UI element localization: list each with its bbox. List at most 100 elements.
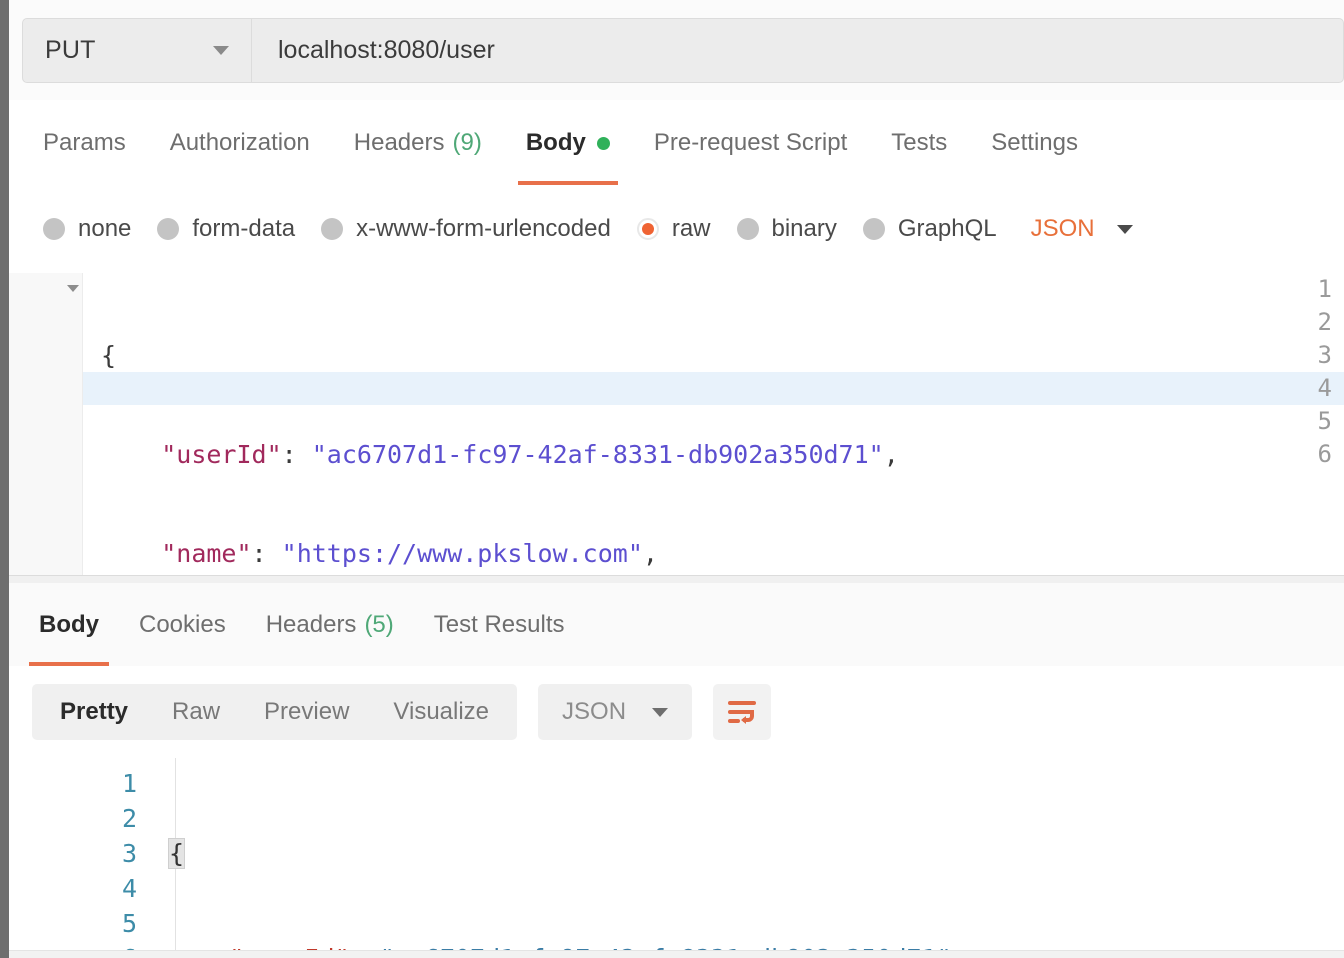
request-url-bar: PUT localhost:8080/user <box>22 18 1344 83</box>
response-format-dropdown[interactable]: JSON <box>538 684 693 740</box>
chevron-down-icon <box>1116 224 1133 234</box>
response-view-switcher: Pretty Raw Preview Visualize <box>32 684 518 740</box>
json-key: "userId" <box>161 440 282 469</box>
window-left-edge <box>0 0 9 958</box>
response-view-pretty[interactable]: Pretty <box>38 689 150 735</box>
body-type-none-label: none <box>78 215 132 242</box>
tab-headers[interactable]: Headers (9) <box>332 101 504 185</box>
response-tab-cookies-label: Cookies <box>139 611 226 638</box>
response-view-preview[interactable]: Preview <box>242 689 371 735</box>
chevron-down-icon <box>213 46 229 55</box>
body-format-dropdown[interactable]: JSON <box>1031 215 1133 243</box>
colon: : <box>281 440 312 469</box>
tab-headers-count: (9) <box>452 129 482 156</box>
response-format-label: JSON <box>562 698 627 725</box>
body-modified-dot-icon <box>596 136 610 150</box>
response-tab-test-results[interactable]: Test Results <box>414 584 585 666</box>
radio-selected-icon <box>636 218 659 240</box>
tab-pre-request-script[interactable]: Pre-request Script <box>632 101 869 185</box>
response-view-visualize[interactable]: Visualize <box>371 689 511 735</box>
body-type-raw-label: raw <box>671 215 711 242</box>
response-tab-bar: Body Cookies Headers (5) Test Results <box>9 583 1344 667</box>
line-number: 6 <box>9 941 137 950</box>
tab-tests-label: Tests <box>891 129 948 156</box>
body-type-binary-label: binary <box>771 215 837 242</box>
response-body-code: { "userId": "ac6707d1-fc97-42af-8331-db9… <box>167 766 1344 950</box>
line-number: 1 <box>121 769 137 798</box>
tab-pre-request-script-label: Pre-request Script <box>653 129 848 156</box>
open-brace: { <box>167 838 186 869</box>
tab-tests[interactable]: Tests <box>869 101 969 185</box>
request-url-row: PUT localhost:8080/user <box>9 0 1344 100</box>
response-toolbar: Pretty Raw Preview Visualize JSON <box>9 666 1344 758</box>
tab-params[interactable]: Params <box>21 101 148 185</box>
body-type-binary[interactable]: binary <box>736 215 837 243</box>
response-body-viewer[interactable]: 1 2 3 4 5 6 { "userId": "ac6707d1-fc97-4… <box>9 758 1344 950</box>
code-line: "userId": "ac6707d1-fc97-42af-8331-db902… <box>83 438 1344 471</box>
open-brace: { <box>101 341 117 370</box>
body-type-form-data-label: form-data <box>192 215 296 242</box>
postman-request-response-window: PUT localhost:8080/user Params Authoriza… <box>0 0 1344 958</box>
response-tab-headers[interactable]: Headers (5) <box>246 584 414 666</box>
response-view-pretty-label: Pretty <box>60 698 129 725</box>
response-tab-cookies[interactable]: Cookies <box>119 584 246 666</box>
response-tab-body-label: Body <box>39 611 99 638</box>
response-view-preview-label: Preview <box>264 698 350 725</box>
body-type-row: none form-data x-www-form-urlencoded raw… <box>9 185 1344 274</box>
code-line: "userId": "ac6707d1-fc97-42af-8331-db902… <box>169 941 1344 950</box>
body-type-graphql-label: GraphQL <box>897 215 997 242</box>
fold-caret-icon[interactable] <box>67 285 79 292</box>
line-number: 3 <box>121 839 137 868</box>
http-method-label: PUT <box>45 36 96 64</box>
tab-settings[interactable]: Settings <box>969 101 1100 185</box>
line-number: 5 <box>121 909 137 938</box>
json-key: "name" <box>161 539 252 568</box>
radio-icon <box>157 218 180 240</box>
tab-body-label: Body <box>525 129 586 156</box>
body-type-form-data[interactable]: form-data <box>157 215 295 243</box>
code-line: { <box>167 836 1344 871</box>
radio-icon <box>862 218 885 240</box>
comma: , <box>883 440 899 469</box>
http-method-dropdown[interactable]: PUT <box>23 19 252 82</box>
response-tab-test-results-label: Test Results <box>433 611 565 638</box>
line-number: 2 <box>121 804 137 833</box>
tab-params-label: Params <box>43 129 126 156</box>
request-body-editor[interactable]: 1 2 3 4 5 6 { "userId": "ac6707d1-fc97-4… <box>9 273 1344 575</box>
code-line: { <box>83 339 1344 372</box>
json-value: "https://www.pkslow.com" <box>281 539 643 568</box>
response-view-raw-label: Raw <box>172 698 221 725</box>
body-format-label: JSON <box>1030 215 1095 242</box>
response-view-visualize-label: Visualize <box>393 698 490 725</box>
code-line: "name": "https://www.pkslow.com", <box>83 537 1344 570</box>
status-bar <box>9 950 1344 958</box>
word-wrap-icon <box>728 701 757 724</box>
response-tab-body[interactable]: Body <box>19 584 119 666</box>
response-view-raw[interactable]: Raw <box>150 689 242 735</box>
tab-settings-label: Settings <box>991 129 1078 156</box>
tab-authorization[interactable]: Authorization <box>148 101 332 185</box>
request-url-input[interactable]: localhost:8080/user <box>252 19 1343 82</box>
body-type-urlencoded[interactable]: x-www-form-urlencoded <box>321 215 611 243</box>
body-type-raw[interactable]: raw <box>636 215 711 243</box>
radio-icon <box>736 218 759 240</box>
chevron-down-icon <box>652 707 669 717</box>
colon: : <box>251 539 282 568</box>
comma: , <box>642 539 658 568</box>
word-wrap-button[interactable] <box>713 684 772 740</box>
response-tab-headers-count: (5) <box>364 611 394 638</box>
tab-headers-label: Headers <box>353 129 445 156</box>
tab-body[interactable]: Body <box>504 101 632 185</box>
radio-icon <box>321 218 344 240</box>
line-number: 4 <box>121 874 137 903</box>
radio-icon <box>43 218 65 240</box>
request-body-code[interactable]: { "userId": "ac6707d1-fc97-42af-8331-db9… <box>83 273 1344 575</box>
request-tab-bar: Params Authorization Headers (9) Body Pr… <box>9 100 1344 186</box>
body-type-urlencoded-label: x-www-form-urlencoded <box>356 215 611 242</box>
body-type-none[interactable]: none <box>43 215 131 243</box>
tab-authorization-label: Authorization <box>169 129 310 156</box>
response-tab-headers-label: Headers <box>265 611 357 638</box>
json-value: "ac6707d1-fc97-42af-8331-db902a350d71" <box>311 440 884 469</box>
request-editor-gutter <box>9 273 83 575</box>
body-type-graphql[interactable]: GraphQL <box>862 215 997 243</box>
